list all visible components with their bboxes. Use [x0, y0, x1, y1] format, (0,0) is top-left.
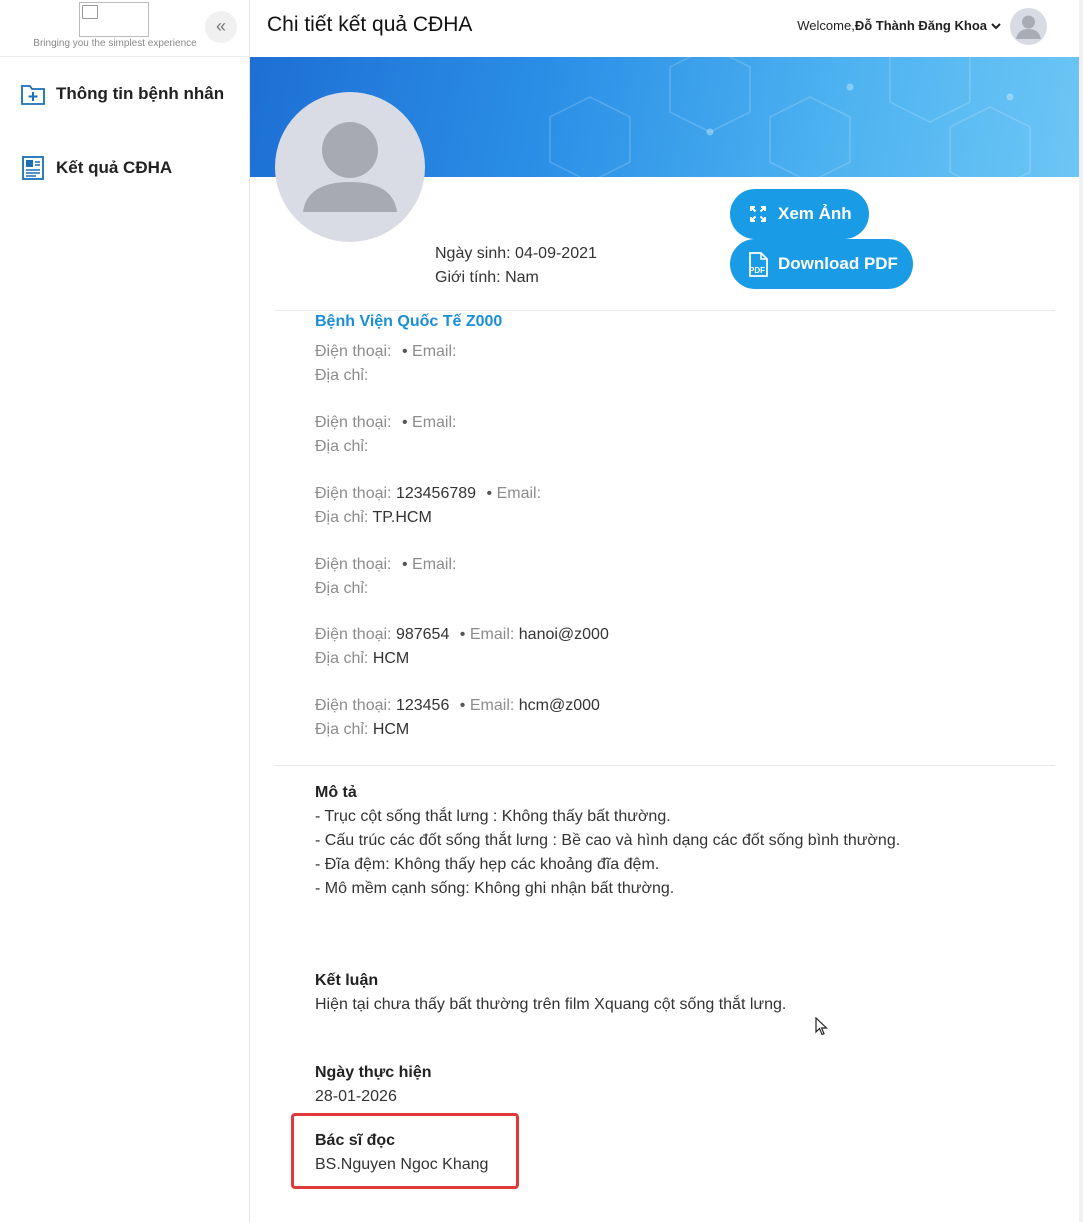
divider — [0, 56, 250, 57]
email-label: Email: — [412, 343, 457, 360]
bullet: • — [486, 485, 493, 502]
phone-label: Điện thoại: — [315, 414, 392, 431]
contact-phone-line: Điện thoại: • Email: — [315, 343, 456, 361]
address-label: Địa chỉ: — [315, 367, 369, 384]
folder-plus-icon — [20, 81, 46, 107]
bullet: • — [459, 626, 466, 643]
contact-address-line: Địa chỉ: — [315, 367, 368, 385]
user-avatar[interactable] — [1010, 8, 1047, 45]
contact-phone-line: Điện thoại: • Email: — [315, 414, 456, 432]
logo-tagline: Bringing you the simplest experience — [33, 38, 197, 49]
contact-phone-line: Điện thoại: • Email: — [315, 556, 456, 574]
email-label: Email: — [412, 556, 457, 573]
email-value: hcm@z000 — [518, 697, 600, 714]
gender-value: Nam — [505, 269, 539, 286]
sidebar-item-patient-info[interactable]: Thông tin bệnh nhân — [20, 79, 224, 109]
svg-text:PDF: PDF — [749, 266, 765, 275]
contact-phone-line: Điện thoại: 123456 • Email: hcm@z000 — [315, 697, 600, 715]
phone-label: Điện thoại: — [315, 343, 392, 360]
conclusion-title: Kết luận — [315, 972, 379, 989]
contact-address-line: Địa chỉ: TP.HCM — [315, 509, 432, 527]
phone-label: Điện thoại: — [315, 556, 392, 573]
address-label: Địa chỉ: — [315, 650, 369, 667]
header: Chi tiết kết quả CĐHA Welcome,Đỗ Thành Đ… — [250, 0, 1083, 56]
address-value: HCM — [372, 650, 410, 667]
description-title: Mô tả — [315, 784, 357, 801]
doctor-highlight-box — [291, 1113, 519, 1189]
doctor-name: BS.Nguyen Ngoc Khang — [315, 1156, 489, 1173]
expand-icon — [746, 202, 770, 226]
description-line: - Đĩa đệm: Không thấy hẹp các khoảng đĩa… — [315, 856, 660, 873]
address-label: Địa chỉ: — [315, 509, 369, 526]
gender-label: Giới tính: — [435, 269, 501, 286]
phone-label: Điện thoại: — [315, 485, 392, 502]
download-pdf-label: Download PDF — [778, 254, 898, 273]
contact-phone-line: Điện thoại: 987654 • Email: hanoi@z000 — [315, 626, 609, 644]
phone-label: Điện thoại: — [315, 626, 392, 643]
email-label: Email: — [469, 626, 515, 643]
phone-label: Điện thoại: — [315, 697, 392, 714]
bullet: • — [401, 556, 408, 573]
description-line: - Trục cột sống thắt lưng : Không thấy b… — [315, 808, 671, 825]
address-label: Địa chỉ: — [315, 438, 369, 455]
pdf-file-icon: PDF — [746, 252, 770, 277]
description-line: - Cấu trúc các đốt sống thắt lưng : Bề c… — [315, 832, 901, 849]
address-value: HCM — [372, 721, 410, 738]
address-label: Địa chỉ: — [315, 721, 369, 738]
email-label: Email: — [412, 414, 457, 431]
divider — [275, 310, 1055, 311]
phone-value: 123456789 — [395, 485, 477, 502]
address-value: TP.HCM — [372, 509, 432, 526]
email-label: Email: — [496, 485, 542, 502]
bullet: • — [401, 414, 408, 431]
dob-value: 04-09-2021 — [515, 245, 597, 262]
contact-address-line: Địa chỉ: HCM — [315, 721, 409, 739]
scrollbar[interactable] — [1079, 0, 1083, 1222]
user-menu[interactable]: Welcome,Đỗ Thành Đăng Khoa — [797, 18, 1001, 33]
email-label: Email: — [469, 697, 515, 714]
contact-address-line: Địa chỉ: — [315, 438, 368, 456]
contact-address-line: Địa chỉ: HCM — [315, 650, 409, 668]
dob-label: Ngày sinh: — [435, 245, 511, 262]
description-line: - Mô mềm cạnh sống: Không ghi nhận bất t… — [315, 880, 675, 897]
report-icon — [20, 155, 46, 181]
view-images-label: Xem Ảnh — [778, 204, 852, 223]
user-name: Đỗ Thành Đăng Khoa — [854, 18, 987, 33]
hospital-name: Bệnh Viện Quốc Tế Z000 — [315, 313, 503, 330]
chevron-down-icon — [991, 21, 1001, 33]
performed-date-title: Ngày thực hiện — [315, 1064, 432, 1081]
phone-value: 123456 — [395, 697, 450, 714]
sidebar-item-label: Thông tin bệnh nhân — [56, 84, 225, 103]
address-label: Địa chỉ: — [315, 580, 369, 597]
sidebar-item-imaging-results[interactable]: Kết quả CĐHA — [20, 153, 172, 183]
sidebar-item-label: Kết quả CĐHA — [56, 158, 173, 177]
collapse-sidebar-button[interactable]: « — [205, 11, 237, 43]
patient-avatar — [275, 92, 425, 242]
email-value: hanoi@z000 — [518, 626, 609, 643]
conclusion-text: Hiện tại chưa thấy bất thường trên film … — [315, 996, 787, 1013]
performed-date-value: 28-01-2026 — [315, 1088, 397, 1105]
bullet: • — [401, 343, 408, 360]
view-images-button[interactable]: Xem Ảnh — [730, 189, 869, 239]
sidebar: Bringing you the simplest experience « T… — [0, 0, 250, 1222]
patient-gender: Giới tính: Nam — [435, 269, 539, 287]
page-title: Chi tiết kết quả CĐHA — [267, 13, 473, 36]
contact-address-line: Địa chỉ: — [315, 580, 368, 598]
download-pdf-button[interactable]: PDF Download PDF — [730, 239, 913, 289]
logo-image — [79, 2, 149, 37]
welcome-prefix: Welcome, — [797, 18, 855, 33]
patient-dob: Ngày sinh: 04-09-2021 — [435, 245, 597, 263]
mouse-cursor-icon — [815, 1016, 829, 1042]
doctor-title: Bác sĩ đọc — [315, 1132, 396, 1149]
phone-value: 987654 — [395, 626, 450, 643]
bullet: • — [459, 697, 466, 714]
contact-phone-line: Điện thoại: 123456789 • Email: — [315, 485, 541, 503]
divider — [275, 765, 1055, 766]
